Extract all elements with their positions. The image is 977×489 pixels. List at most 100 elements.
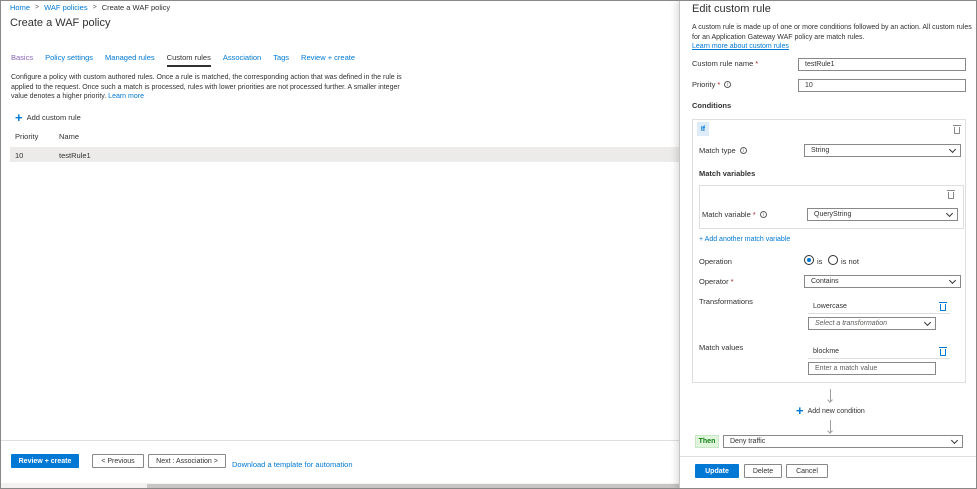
chevron-down-icon bbox=[945, 209, 954, 218]
chevron-down-icon bbox=[923, 318, 932, 327]
delete-button[interactable]: Delete bbox=[744, 464, 782, 478]
info-icon[interactable]: i bbox=[739, 147, 747, 154]
operation-is-not-label: is not bbox=[841, 257, 859, 266]
trash-icon[interactable] bbox=[939, 302, 947, 311]
transformation-item: Lowercase bbox=[808, 299, 950, 314]
match-variables-heading: Match variables bbox=[699, 169, 756, 178]
operation-label: Operation bbox=[699, 257, 732, 266]
match-type-dropdown[interactable]: String bbox=[804, 144, 961, 157]
tab-bar: Basics Policy settings Managed rules Cus… bbox=[11, 53, 367, 67]
tab-policy-settings[interactable]: Policy settings bbox=[45, 53, 93, 67]
transformation-placeholder: Select a transformation bbox=[815, 320, 887, 327]
operator-dropdown[interactable]: Contains bbox=[804, 275, 961, 288]
footer-divider bbox=[1, 440, 681, 441]
tab-managed-rules[interactable]: Managed rules bbox=[105, 53, 155, 67]
panel-footer-divider bbox=[680, 456, 976, 457]
cancel-button[interactable]: Cancel bbox=[786, 464, 828, 478]
match-value: blockme bbox=[813, 347, 840, 355]
tab-basics[interactable]: Basics bbox=[11, 53, 33, 67]
operation-is-radio[interactable] bbox=[804, 255, 814, 265]
priority-input[interactable]: 10 bbox=[798, 79, 966, 92]
column-header-priority[interactable]: Priority bbox=[15, 132, 38, 141]
add-new-condition-button[interactable]: + Add new condition bbox=[796, 403, 865, 418]
required-marker: * bbox=[755, 59, 759, 68]
info-icon[interactable]: i bbox=[724, 81, 732, 88]
match-values-label: Match values bbox=[699, 343, 744, 352]
tab-review-create[interactable]: Review + create bbox=[301, 53, 355, 67]
priority-label: Priority * i bbox=[692, 80, 732, 89]
trash-icon[interactable] bbox=[953, 125, 961, 134]
tab-tags[interactable]: Tags bbox=[273, 53, 289, 67]
edit-custom-rule-panel: Edit custom rule A custom rule is made u… bbox=[679, 1, 976, 488]
learn-more-custom-rules-link[interactable]: Learn more about custom rules bbox=[692, 43, 789, 50]
info-icon[interactable]: i bbox=[759, 211, 767, 218]
required-marker: * bbox=[717, 80, 721, 89]
conditions-heading: Conditions bbox=[692, 101, 732, 110]
create-waf-policy-blade: Home > WAF policies > Create a WAF polic… bbox=[1, 1, 681, 488]
next-association-button[interactable]: Next : Association > bbox=[148, 454, 226, 468]
chevron-down-icon bbox=[950, 436, 959, 445]
column-header-name[interactable]: Name bbox=[59, 132, 79, 141]
breadcrumb: Home > WAF policies > Create a WAF polic… bbox=[10, 3, 170, 12]
if-badge: If bbox=[697, 122, 709, 136]
panel-description: A custom rule is made up of one or more … bbox=[692, 23, 972, 52]
operator-value: Contains bbox=[811, 278, 839, 285]
chevron-down-icon bbox=[948, 276, 957, 285]
trash-icon[interactable] bbox=[947, 190, 955, 199]
transformation-dropdown[interactable]: Select a transformation bbox=[808, 317, 936, 330]
trash-icon[interactable] bbox=[939, 347, 947, 356]
add-custom-rule-label: Add custom rule bbox=[26, 113, 81, 122]
row-priority: 10 bbox=[15, 151, 24, 160]
rule-name-label-text: Custom rule name bbox=[692, 59, 754, 68]
panel-description-text: A custom rule is made up of one or more … bbox=[692, 24, 972, 41]
match-variable-label: Match variable * i bbox=[702, 210, 767, 219]
breadcrumb-home[interactable]: Home bbox=[10, 3, 30, 12]
table-row[interactable] bbox=[10, 147, 679, 162]
browser-frame: Home > WAF policies > Create a WAF polic… bbox=[0, 0, 977, 489]
tab-association[interactable]: Association bbox=[223, 53, 261, 67]
page-title: Create a WAF policy bbox=[10, 17, 111, 29]
action-value: Deny traffic bbox=[730, 438, 766, 445]
operator-label-text: Operator bbox=[699, 277, 729, 286]
custom-rules-description: Configure a policy with custom authored … bbox=[11, 73, 406, 102]
match-variable-value: QueryString bbox=[814, 211, 852, 218]
add-new-condition-label: Add new condition bbox=[807, 407, 865, 415]
row-name: testRule1 bbox=[59, 151, 91, 160]
plus-icon: + bbox=[796, 403, 804, 418]
plus-icon: + bbox=[15, 109, 23, 125]
match-value-input[interactable]: Enter a match value bbox=[808, 362, 936, 375]
review-create-button[interactable]: Review + create bbox=[11, 454, 79, 468]
add-custom-rule-button[interactable]: + Add custom rule bbox=[15, 109, 81, 125]
add-match-variable-link[interactable]: + Add another match variable bbox=[699, 236, 790, 243]
download-template-link[interactable]: Download a template for automation bbox=[232, 460, 353, 469]
match-variable-dropdown[interactable]: QueryString bbox=[807, 208, 958, 221]
match-variable-label-text: Match variable bbox=[702, 210, 751, 219]
operation-is-not-radio[interactable] bbox=[828, 255, 838, 265]
transformation-value: Lowercase bbox=[813, 302, 847, 310]
match-type-label-text: Match type bbox=[699, 146, 736, 155]
update-button[interactable]: Update bbox=[695, 464, 739, 478]
match-type-label: Match type i bbox=[699, 146, 747, 155]
required-marker: * bbox=[730, 277, 734, 286]
panel-title: Edit custom rule bbox=[692, 3, 771, 15]
scrollbar-thumb[interactable] bbox=[147, 484, 681, 488]
rule-name-label: Custom rule name * bbox=[692, 59, 758, 68]
chevron-down-icon bbox=[948, 145, 957, 154]
chevron-right-icon: > bbox=[35, 4, 40, 11]
previous-button[interactable]: < Previous bbox=[92, 454, 144, 468]
match-value-item: blockme bbox=[808, 344, 950, 359]
match-type-value: String bbox=[811, 147, 830, 154]
chevron-right-icon: > bbox=[92, 4, 97, 11]
action-dropdown[interactable]: Deny traffic bbox=[723, 435, 963, 448]
learn-more-link[interactable]: Learn more bbox=[108, 93, 144, 100]
breadcrumb-waf-policies[interactable]: WAF policies bbox=[44, 3, 87, 12]
rule-name-input[interactable]: testRule1 bbox=[798, 58, 966, 71]
priority-label-text: Priority bbox=[692, 80, 716, 89]
match-variable-card bbox=[699, 185, 964, 229]
operator-label: Operator * bbox=[699, 277, 734, 286]
tab-custom-rules[interactable]: Custom rules bbox=[166, 53, 211, 67]
required-marker: * bbox=[752, 210, 756, 219]
description-text: Configure a policy with custom authored … bbox=[11, 74, 402, 100]
arrow-down-icon bbox=[830, 389, 831, 401]
breadcrumb-current: Create a WAF policy bbox=[101, 3, 171, 12]
